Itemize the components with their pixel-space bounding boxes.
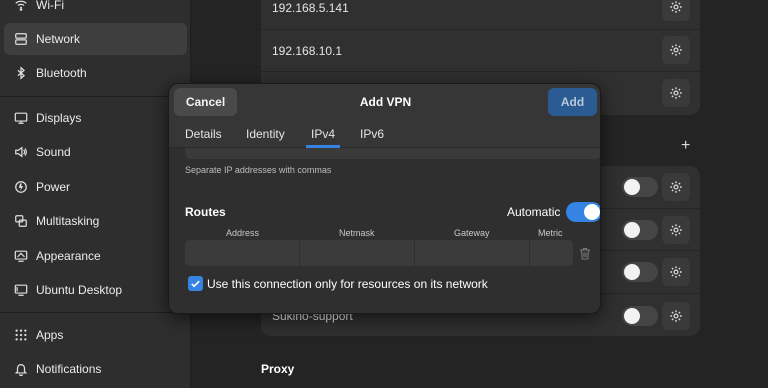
apps-grid-icon <box>4 328 36 342</box>
sidebar-item-label: Notifications <box>36 362 102 376</box>
route-address-input[interactable] <box>185 240 299 266</box>
only-resources-checkbox[interactable] <box>188 276 203 291</box>
dns-servers-input[interactable] <box>185 148 600 159</box>
sidebar-item-apps[interactable]: Apps <box>4 319 187 351</box>
sidebar-item-power[interactable]: Power <box>4 171 187 203</box>
vpn-settings-button[interactable] <box>662 173 690 201</box>
row-divider <box>261 29 700 30</box>
power-icon <box>4 180 36 194</box>
proxy-section-title: Proxy <box>261 362 295 376</box>
connection-item-label: 192.168.5.141 <box>272 1 349 15</box>
add-button[interactable]: Add <box>548 88 597 116</box>
network-icon <box>4 32 36 46</box>
speaker-icon <box>4 145 36 159</box>
routes-automatic-toggle[interactable] <box>566 202 600 222</box>
add-vpn-dialog: Cancel Add VPN Add Details Identity IPv4… <box>168 83 601 314</box>
settings-button[interactable] <box>662 79 690 107</box>
route-column-gateway: Gateway <box>454 228 490 238</box>
gear-icon <box>670 224 682 236</box>
sidebar-item-label: Bluetooth <box>36 66 87 80</box>
wifi-icon <box>4 0 36 12</box>
vpn-settings-button[interactable] <box>662 302 690 330</box>
sidebar-item-multitasking[interactable]: Multitasking <box>4 205 187 237</box>
gear-icon <box>670 87 682 99</box>
sidebar-item-label: Multitasking <box>36 214 100 228</box>
sidebar-item-label: Appearance <box>36 249 101 263</box>
sidebar-item-notifications[interactable]: Notifications <box>4 353 187 385</box>
routes-label: Routes <box>185 205 226 219</box>
bluetooth-icon <box>4 66 36 80</box>
sidebar-item-label: Apps <box>36 328 64 342</box>
sidebar-item-displays[interactable]: Displays <box>4 102 187 134</box>
sidebar-item-network[interactable]: Network <box>4 23 187 55</box>
gear-icon <box>670 1 682 13</box>
dns-hint: Separate IP addresses with commas <box>185 165 332 175</box>
sidebar-item-appearance[interactable]: Appearance <box>4 240 187 272</box>
connection-item-label: 192.168.10.1 <box>272 44 343 58</box>
gear-icon <box>670 181 682 193</box>
row-divider <box>261 71 700 72</box>
tab-details[interactable]: Details <box>185 127 222 148</box>
only-resources-label[interactable]: Use this connection only for resources o… <box>207 277 488 291</box>
vpn-toggle[interactable] <box>622 220 658 240</box>
bell-icon <box>4 362 36 376</box>
gear-icon <box>670 310 682 322</box>
dialog-tabs: Details Identity IPv4 IPv6 <box>169 122 600 148</box>
route-column-address: Address <box>226 228 260 238</box>
sidebar-item-label: Sound <box>36 145 71 159</box>
dialog-header: Cancel Add VPN Add <box>169 84 600 122</box>
route-metric-input[interactable] <box>530 240 573 266</box>
checkmark-icon <box>191 280 200 288</box>
vpn-settings-button[interactable] <box>662 258 690 286</box>
sidebar-item-wifi[interactable]: Wi-Fi <box>4 0 187 21</box>
sidebar-divider <box>0 312 191 313</box>
dialog-title: Add VPN <box>359 95 412 109</box>
ipv4-settings-body: Separate IP addresses with commas Routes… <box>169 148 600 313</box>
sidebar-item-ubuntu-desktop[interactable]: Ubuntu Desktop <box>4 274 187 306</box>
route-gateway-input[interactable] <box>415 240 529 266</box>
settings-button[interactable] <box>662 36 690 64</box>
automatic-label: Automatic <box>507 205 561 219</box>
settings-button[interactable] <box>662 0 690 21</box>
sidebar-item-label: Ubuntu Desktop <box>36 283 123 297</box>
sidebar-item-label: Network <box>36 32 81 46</box>
appearance-icon <box>4 249 36 263</box>
sidebar-item-label: Displays <box>36 111 82 125</box>
tab-ipv4[interactable]: IPv4 <box>305 127 341 148</box>
gear-icon <box>670 44 682 56</box>
trash-icon[interactable] <box>579 247 591 260</box>
add-vpn-plus-icon[interactable]: + <box>681 137 690 155</box>
display-icon <box>4 111 36 125</box>
multitasking-icon <box>4 214 36 228</box>
sidebar-item-label: Wi-Fi <box>36 0 64 12</box>
vpn-toggle[interactable] <box>622 306 658 326</box>
gear-icon <box>670 266 682 278</box>
sidebar-divider <box>0 96 191 97</box>
sidebar-item-bluetooth[interactable]: Bluetooth <box>4 57 187 89</box>
route-column-metric: Metric <box>538 228 563 238</box>
tab-ipv6[interactable]: IPv6 <box>360 127 384 148</box>
vpn-toggle[interactable] <box>622 262 658 282</box>
route-column-netmask: Netmask <box>339 228 375 238</box>
vpn-toggle[interactable] <box>622 177 658 197</box>
tab-identity[interactable]: Identity <box>246 127 285 148</box>
ubuntu-desktop-icon <box>4 283 36 297</box>
vpn-settings-button[interactable] <box>662 216 690 244</box>
sidebar-item-label: Power <box>36 180 71 194</box>
route-netmask-input[interactable] <box>300 240 414 266</box>
sidebar-item-sound[interactable]: Sound <box>4 136 187 168</box>
sidebar: Wi-Fi Network Bluetooth Displays Sound P… <box>0 0 191 388</box>
